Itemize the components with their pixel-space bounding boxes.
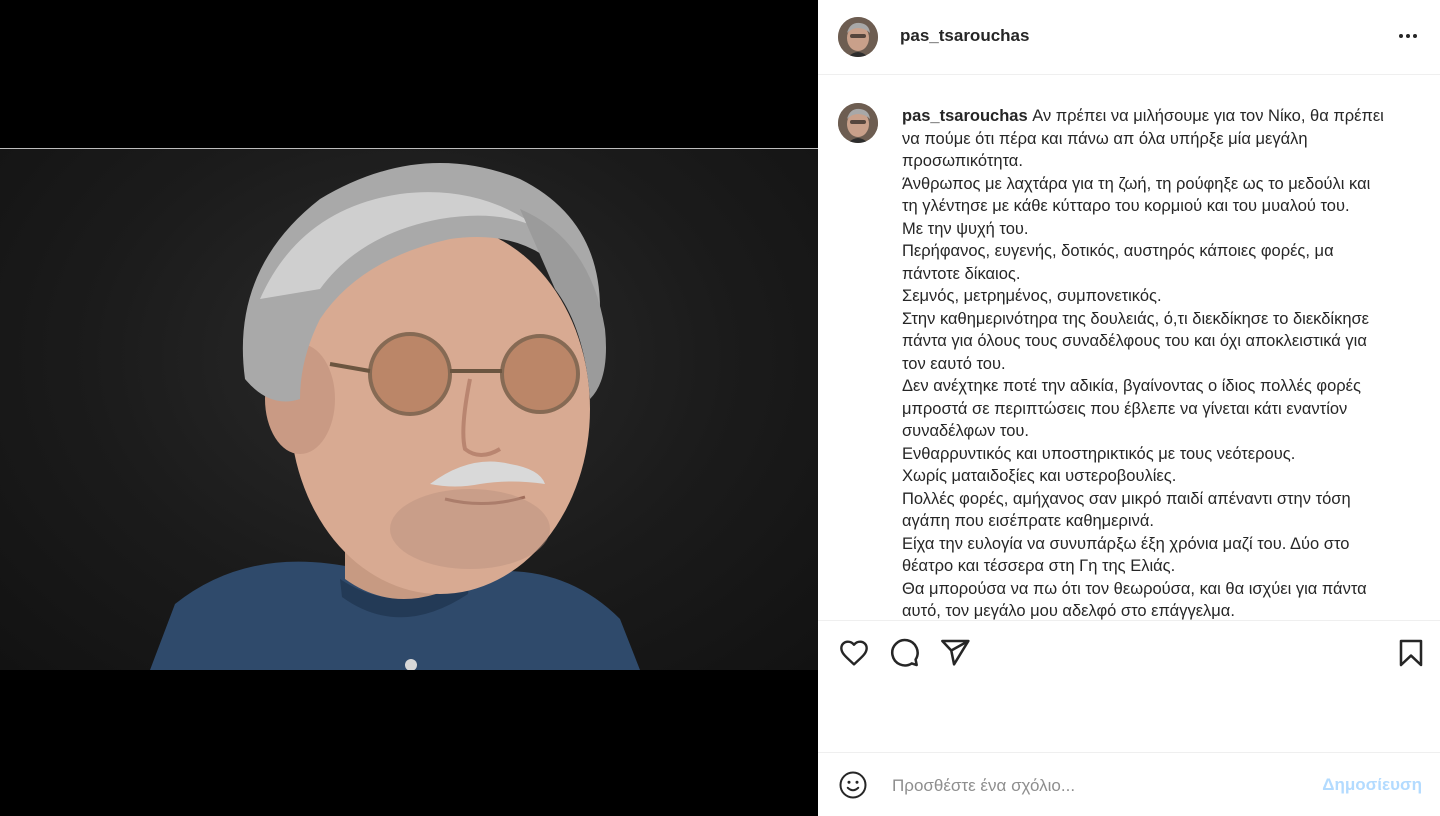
bookmark-icon [1399, 639, 1423, 667]
post-author-username[interactable]: pas_tsarouchas [900, 26, 1029, 46]
caption-line: Θα μπορούσα να πω ότι τον θεωρούσα, και … [902, 579, 1367, 598]
caption-line: Ενθαρρυντικός και υποστηρικτικός με τους… [902, 444, 1296, 463]
caption-line: να πούμε ότι πέρα και πάνω απ όλα υπήρξε… [902, 129, 1308, 148]
comment-icon [890, 638, 919, 667]
share-icon [941, 639, 970, 666]
comments-area[interactable]: pas_tsarouchas Αν πρέπει να μιλήσουμε γι… [818, 75, 1440, 620]
post-actions-bar [818, 620, 1440, 687]
caption-line: Με την ψυχή του. [902, 219, 1029, 238]
caption-line: μπροστά σε περιπτώσεις που έβλεπε να γίν… [902, 399, 1348, 418]
avatar[interactable] [838, 17, 878, 57]
like-button[interactable] [838, 637, 870, 669]
caption-line: τον εαυτό του. [902, 354, 1006, 373]
caption-line: πάντα για όλους τους συναδέλφους του και… [902, 332, 1367, 350]
caption-line: πάντοτε δίκαιος. [902, 264, 1021, 283]
comment-button[interactable] [888, 637, 920, 669]
caption-line: αυτό, τον μεγάλο μου αδελφό στο επάγγελμ… [902, 602, 1235, 620]
emoji-icon [839, 771, 867, 799]
portrait-image [150, 163, 640, 670]
post-photo[interactable] [0, 148, 818, 670]
caption-username[interactable]: pas_tsarouchas [902, 107, 1028, 125]
caption-line: Σεμνός, μετρημένος, συμπονετικός. [902, 287, 1162, 305]
caption-line: Δεν ανέχτηκε ποτέ την αδικία, βγαίνοντας… [902, 377, 1361, 395]
post-header: pas_tsarouchas [818, 0, 1440, 75]
caption-line: Είχα την ευλογία να συνυπάρξω έξη χρόνια… [902, 534, 1350, 553]
caption-line: Περήφανος, ευγενής, δοτικός, αυστηρός κά… [902, 242, 1334, 260]
caption-line: συναδέλφων του. [902, 422, 1029, 440]
more-options-button[interactable] [1396, 24, 1420, 54]
caption-line: αγάπη που εισέπρατε καθημερινά. [902, 512, 1154, 530]
share-button[interactable] [939, 637, 971, 669]
save-button[interactable] [1395, 637, 1427, 669]
caption-line: τη γλέντησε με κάθε κύτταρο του κορμιού … [902, 197, 1350, 215]
caption-line: θέατρο και τέσσερα στη Γη της Ελιάς. [902, 557, 1176, 575]
caption-avatar[interactable] [838, 103, 878, 143]
emoji-button[interactable] [838, 770, 868, 800]
more-horizontal-icon [1399, 34, 1417, 38]
post-comment-button[interactable]: Δημοσίευση [1322, 775, 1422, 795]
heart-icon [840, 640, 868, 666]
caption-line: Άνθρωπος με λαχτάρα για τη ζωή, τη ρούφη… [902, 174, 1371, 193]
caption-line: Χωρίς ματαιδοξίες και υστεροβουλίες. [902, 467, 1177, 485]
caption-text: Αν πρέπει να μιλήσουμε για τον Νίκο, θα … [1032, 107, 1384, 125]
caption-line: Πολλές φορές, αμήχανος σαν μικρό παιδί α… [902, 489, 1351, 508]
comment-input[interactable] [890, 771, 1314, 801]
add-comment-form: Δημοσίευση [818, 753, 1440, 816]
caption-line: pas_tsarouchas Αν πρέπει να μιλήσουμε γι… [902, 105, 1422, 128]
caption-line: Στην καθημερινότηρα της δουλειάς, ό,τι δ… [902, 309, 1370, 328]
caption-line: προσωπικότητα. [902, 152, 1023, 170]
post-media [0, 0, 818, 816]
post-caption: pas_tsarouchas Αν πρέπει να μιλήσουμε γι… [902, 105, 1422, 620]
post-side-panel: pas_tsarouchas pas_tsarouchas Αν πρέπει … [818, 0, 1440, 816]
